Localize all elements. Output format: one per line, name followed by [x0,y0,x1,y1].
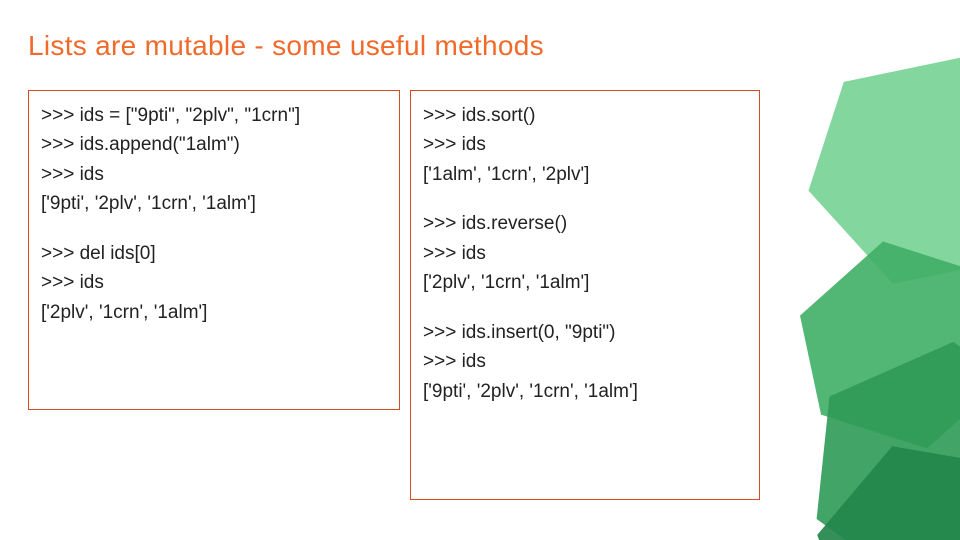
code-line: >>> del ids[0] [41,239,387,268]
code-line: >>> ids.reverse() [423,209,747,238]
polygon-icon [776,396,960,540]
code-block-del: >>> del ids[0] >>> ids ['2plv', '1crn', … [41,239,387,327]
code-line: >>> ids.insert(0, "9pti") [423,318,747,347]
code-block-reverse: >>> ids.reverse() >>> ids ['2plv', '1crn… [423,209,747,297]
code-line: >>> ids [41,160,387,189]
polygon-icon [786,316,960,540]
slide: Lists are mutable - some useful methods … [0,0,960,540]
code-line: ['9pti', '2plv', '1crn', '1alm'] [423,377,747,406]
code-box-right: >>> ids.sort() >>> ids ['1alm', '1crn', … [410,90,760,500]
code-line: ['9pti', '2plv', '1crn', '1alm'] [41,189,387,218]
code-line: ['1alm', '1crn', '2plv'] [423,160,747,189]
code-line: >>> ids [423,239,747,268]
polygon-icon [766,6,960,334]
code-block-append: >>> ids = ["9pti", "2plv", "1crn"] >>> i… [41,101,387,219]
code-block-insert: >>> ids.insert(0, "9pti") >>> ids ['9pti… [423,318,747,406]
code-line: >>> ids [423,347,747,376]
code-line: >>> ids = ["9pti", "2plv", "1crn"] [41,101,387,130]
code-line: ['2plv', '1crn', '1alm'] [423,268,747,297]
code-line: >>> ids [41,268,387,297]
code-block-sort: >>> ids.sort() >>> ids ['1alm', '1crn', … [423,101,747,189]
code-line: ['2plv', '1crn', '1alm'] [41,298,387,327]
polygon-icon [769,209,960,482]
code-line: >>> ids [423,130,747,159]
code-line: >>> ids.append("1alm") [41,130,387,159]
code-box-left: >>> ids = ["9pti", "2plv", "1crn"] >>> i… [28,90,400,410]
code-line: >>> ids.sort() [423,101,747,130]
slide-title: Lists are mutable - some useful methods [28,30,544,62]
